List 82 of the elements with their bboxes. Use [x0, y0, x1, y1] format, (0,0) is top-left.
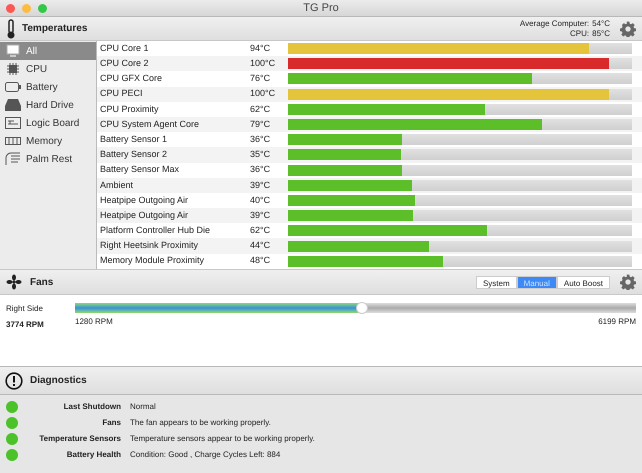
diagnostic-text: Normal: [130, 401, 156, 413]
sidebar-item[interactable]: Memory: [0, 132, 96, 150]
sensor-value: 100°C: [250, 57, 276, 70]
fan-slider[interactable]: [75, 303, 636, 313]
sensor-value: 39°C: [250, 178, 272, 192]
sensor-name: CPU Core 2: [99, 57, 150, 70]
sensor-value: 36°C: [250, 163, 272, 176]
sidebar-label: All: [26, 44, 38, 58]
settings-icon[interactable]: [620, 274, 636, 290]
sensor-value: 94°C: [250, 42, 272, 55]
sensor-value: 36°C: [250, 132, 272, 146]
sensor-name: Platform Controller Hub Die: [99, 224, 212, 238]
sensor-value: 48°C: [250, 254, 272, 268]
sensor-name: CPU Proximity: [99, 102, 160, 116]
diagnostic-text: The fan appears to be working properly.: [130, 417, 271, 429]
summary-value: 54°C: [592, 18, 610, 28]
section-title: Fans: [30, 276, 54, 290]
sensor-value: 79°C: [250, 118, 272, 131]
summary-label: CPU:: [570, 28, 590, 38]
sensor-value: 35°C: [250, 148, 272, 162]
sensor-name: CPU System Agent Core: [99, 118, 200, 131]
sensor-name: Heatpipe Outgoing Air: [99, 194, 190, 207]
chip-icon: [6, 62, 20, 76]
section-title: Temperatures: [22, 22, 88, 36]
sensor-name: Battery Sensor Max: [99, 163, 180, 176]
mode-tab[interactable]: Auto Boost: [556, 276, 610, 288]
sensor-name: CPU GFX Core: [99, 72, 164, 86]
sidebar-item[interactable]: Logic Board: [0, 114, 96, 132]
computer-icon: [6, 44, 20, 58]
sensor-value: 62°C: [250, 224, 272, 238]
thermometer-icon: [6, 18, 16, 38]
sensor-value: 76°C: [250, 72, 272, 86]
sidebar-label: Memory: [26, 134, 62, 148]
sensor-name: Battery Sensor 1: [99, 132, 168, 146]
hand-icon: [5, 152, 21, 166]
hard-drive-icon: [5, 99, 21, 111]
sensor-name: Battery Sensor 2: [99, 148, 168, 162]
circuit-board-icon: [5, 117, 21, 129]
fan-name: Right Side: [6, 303, 44, 315]
close-button[interactable]: [6, 4, 15, 12]
window-title: TG Pro: [303, 0, 339, 16]
zoom-button[interactable]: [38, 4, 47, 12]
sensor-value: 100°C: [250, 87, 276, 100]
summary-value: 85°C: [592, 28, 610, 38]
diagnostic-label: Battery Health: [66, 449, 121, 461]
sensor-name: CPU PECI: [99, 87, 144, 100]
sensor-value: 62°C: [250, 102, 272, 116]
min-speed: 1280 RPM: [75, 316, 113, 328]
sensor-value: 44°C: [250, 239, 272, 252]
sidebar-label: Hard Drive: [26, 98, 74, 112]
sidebar-label: Logic Board: [26, 116, 80, 130]
fan-icon: [6, 274, 22, 290]
summary-label: Average Computer:: [520, 18, 590, 28]
sidebar-item[interactable]: Hard Drive: [0, 96, 96, 114]
battery-icon: [5, 82, 21, 92]
fan-speed: 3774 RPM: [6, 319, 45, 331]
sidebar-label: CPU: [26, 62, 48, 76]
sensor-name: CPU Core 1: [99, 42, 150, 55]
sensor-value: 39°C: [250, 208, 272, 222]
sensor-name: Heatpipe Outgoing Air: [99, 208, 190, 222]
mode-tab[interactable]: System: [476, 276, 517, 288]
diagnostic-text: Condition: Good , Charge Cycles Left: 884: [130, 449, 280, 461]
diagnostic-label: Temperature Sensors: [38, 433, 121, 445]
diagnostic-text: Temperature sensors appear to be working properly.: [130, 433, 315, 445]
diagnostic-label: Fans: [101, 417, 121, 429]
diagnostic-label: Last Shutdown: [62, 401, 121, 413]
max-speed: 6199 RPM: [598, 316, 636, 328]
sensor-name: Memory Module Proximity: [99, 254, 206, 268]
section-title: Diagnostics: [30, 374, 87, 388]
sidebar-item[interactable]: Palm Rest: [0, 150, 96, 168]
sensor-name: Right Heetsink Proximity: [99, 239, 200, 252]
minimize-button[interactable]: [22, 4, 31, 12]
memory-icon: [5, 136, 21, 146]
sidebar-label: Palm Rest: [26, 152, 72, 166]
sidebar-item[interactable]: CPU: [0, 60, 96, 78]
slider-thumb[interactable]: [356, 302, 368, 314]
sidebar-item[interactable]: Battery: [0, 78, 96, 96]
sensor-value: 40°C: [250, 194, 272, 207]
sensor-name: Ambient: [99, 178, 134, 192]
sidebar-label: Battery: [26, 80, 58, 94]
alert-icon: [5, 372, 23, 390]
settings-icon[interactable]: [620, 20, 636, 36]
